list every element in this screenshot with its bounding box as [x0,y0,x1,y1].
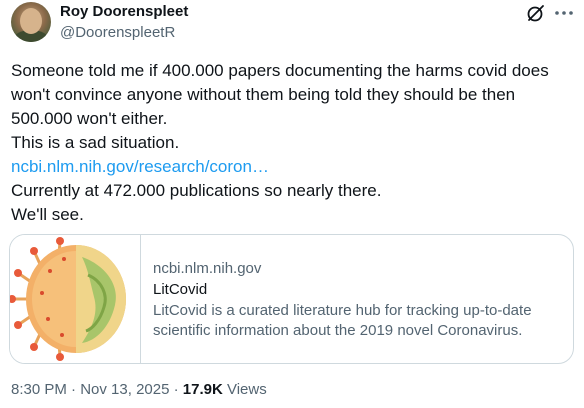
tweet-meta: 8:30 PM · Nov 13, 2025 · 17.9K Views [11,381,267,398]
tweet-link[interactable]: ncbi.nlm.nih.gov/research/coron… [11,157,269,176]
separator: · [169,381,183,398]
tweet-text-line: We'll see. [11,205,84,224]
card-domain: ncbi.nlm.nih.gov [153,260,262,277]
tweet-text-line: Someone told me if 400.000 papers docume… [11,61,549,80]
tweet-text-line: Currently at 472.000 publications so nea… [11,181,382,200]
tweet-text-line: This is a sad situation. [11,133,180,152]
card-description: LitCovid is a curated literature hub for… [153,301,563,341]
card-description-line: LitCovid is a curated literature hub for… [153,302,532,319]
tweet-text: Someone told me if 400.000 papers docume… [11,59,576,227]
avatar[interactable] [11,2,51,42]
coronavirus-illustration [10,237,126,361]
tweet-time[interactable]: 8:30 PM [11,381,67,398]
card-title: LitCovid [153,281,208,298]
link-card[interactable]: ncbi.nlm.nih.gov LitCovid LitCovid is a … [9,234,574,364]
tweet-date[interactable]: Nov 13, 2025 [80,381,169,398]
card-description-line: scientific information about the 2019 no… [153,322,523,339]
tweet[interactable]: Roy Doorenspleet @DoorenspleetR Someone … [0,0,584,408]
grok-icon[interactable] [526,3,546,23]
tweet-text-line: 500.000 won't either. [11,109,168,128]
views-label: Views [222,381,267,398]
views-count: 17.9K [182,381,223,398]
author-handle[interactable]: @DoorenspleetR [60,24,175,41]
card-thumbnail[interactable] [10,235,141,363]
tweet-text-line: won't convince anyone without them being… [11,85,516,104]
author-name[interactable]: Roy Doorenspleet [60,3,188,20]
separator: · [66,381,81,398]
more-icon[interactable] [553,4,575,22]
